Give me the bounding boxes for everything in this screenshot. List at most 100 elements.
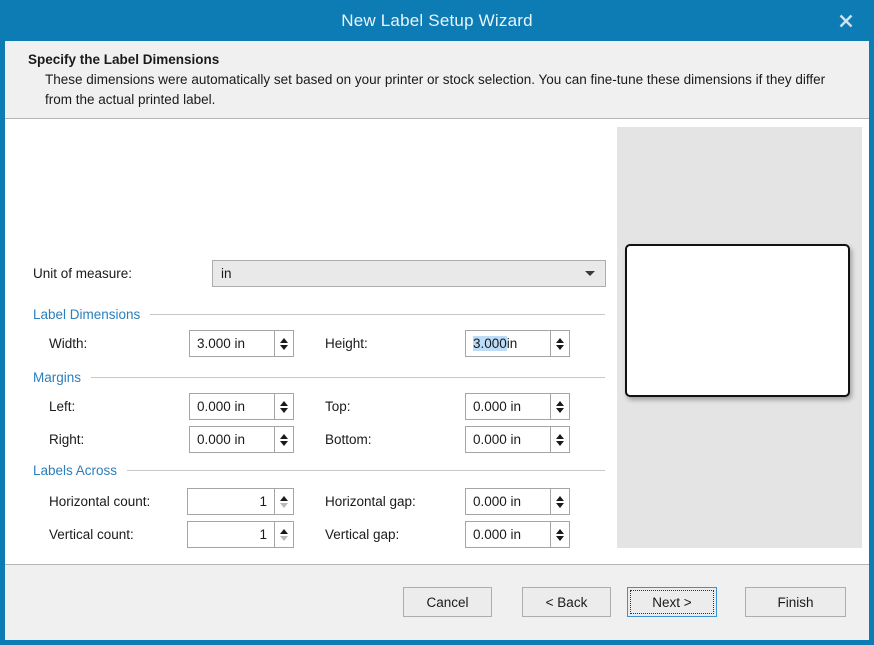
cancel-button[interactable]: Cancel [403, 587, 492, 617]
back-button[interactable]: < Back [522, 587, 611, 617]
vertical-gap-stepper[interactable]: 0.000 in [465, 521, 570, 548]
left-margin-input[interactable]: 0.000 in [189, 393, 274, 420]
section-labels-across: Labels Across [33, 463, 605, 478]
vertical-gap-label-wrap: Vertical gap: [325, 527, 399, 542]
vertical-count-stepper[interactable]: 1 [187, 521, 294, 548]
bottom-margin-input[interactable]: 0.000 in [465, 426, 550, 453]
width-spinner-buttons[interactable] [274, 330, 294, 357]
spinner-down-icon [280, 502, 288, 508]
spinner-down-icon[interactable] [280, 344, 288, 350]
close-button[interactable] [823, 0, 869, 41]
left-margin-spinner-buttons[interactable] [274, 393, 294, 420]
unit-of-measure-row: Unit of measure: [33, 266, 132, 281]
dimensions-form: Unit of measure: in Label Dimensions Wid… [5, 119, 615, 591]
spinner-down-icon [280, 535, 288, 541]
horizontal-gap-spinner-buttons[interactable] [550, 488, 570, 515]
horizontal-count-input[interactable]: 1 [187, 488, 274, 515]
top-margin-spinner-buttons[interactable] [550, 393, 570, 420]
section-labels-across-title: Labels Across [33, 463, 118, 478]
horizontal-count-label-wrap: Horizontal count: [49, 494, 150, 509]
close-icon [836, 11, 856, 31]
vertical-count-input[interactable]: 1 [187, 521, 274, 548]
left-margin-stepper[interactable]: 0.000 in [189, 393, 294, 420]
left-margin-label: Left: [49, 399, 76, 414]
top-margin-label: Top: [325, 399, 351, 414]
finish-button[interactable]: Finish [745, 587, 846, 617]
spinner-up-icon[interactable] [556, 528, 564, 534]
vertical-count-spinner-buttons[interactable] [274, 521, 294, 548]
spinner-down-icon[interactable] [556, 407, 564, 413]
horizontal-gap-stepper[interactable]: 0.000 in [465, 488, 570, 515]
label-preview-panel [617, 127, 862, 548]
spinner-down-icon[interactable] [280, 407, 288, 413]
vertical-gap-label: Vertical gap: [325, 527, 400, 542]
width-label-wrap: Width: [49, 336, 87, 351]
height-input[interactable]: 3.000 in [465, 330, 550, 357]
window-title: New Label Setup Wizard [341, 10, 533, 30]
height-input-selected-text: 3.000 [473, 336, 507, 351]
label-preview-shape [625, 244, 850, 397]
spinner-down-icon[interactable] [556, 535, 564, 541]
right-margin-stepper[interactable]: 0.000 in [189, 426, 294, 453]
right-margin-label: Right: [49, 432, 85, 447]
top-margin-label-wrap: Top: [325, 399, 351, 414]
right-margin-input[interactable]: 0.000 in [189, 426, 274, 453]
bottom-margin-spinner-buttons[interactable] [550, 426, 570, 453]
spinner-up-icon[interactable] [556, 495, 564, 501]
spinner-up-icon[interactable] [280, 400, 288, 406]
height-label-wrap: Height: [325, 336, 368, 351]
section-label-dimensions-title: Label Dimensions [33, 307, 141, 322]
section-margins: Margins [33, 370, 605, 385]
left-margin-label-wrap: Left: [49, 399, 75, 414]
next-button-label: Next > [652, 594, 692, 610]
vertical-gap-spinner-buttons[interactable] [550, 521, 570, 548]
spinner-up-icon[interactable] [280, 433, 288, 439]
page-title: Specify the Label Dimensions [28, 52, 220, 67]
spinner-up-icon[interactable] [280, 495, 288, 501]
spinner-up-icon[interactable] [280, 337, 288, 343]
bottom-margin-label-wrap: Bottom: [325, 432, 372, 447]
width-label: Width: [49, 336, 88, 351]
page-description: These dimensions were automatically set … [45, 72, 826, 107]
spinner-down-icon[interactable] [556, 440, 564, 446]
height-stepper[interactable]: 3.000 in [465, 330, 570, 357]
bottom-margin-label: Bottom: [325, 432, 372, 447]
height-input-unit-text: in [506, 336, 518, 351]
spinner-up-icon[interactable] [556, 400, 564, 406]
spinner-down-icon[interactable] [280, 440, 288, 446]
spinner-down-icon[interactable] [556, 502, 564, 508]
chevron-down-icon [585, 271, 595, 276]
section-margins-title: Margins [33, 370, 82, 385]
horizontal-count-stepper[interactable]: 1 [187, 488, 294, 515]
right-margin-spinner-buttons[interactable] [274, 426, 294, 453]
height-label: Height: [325, 336, 368, 351]
section-divider [127, 470, 605, 471]
horizontal-gap-label: Horizontal gap: [325, 494, 416, 509]
spinner-up-icon[interactable] [556, 433, 564, 439]
wizard-header: Specify the Label Dimensions These dimen… [5, 41, 869, 119]
vertical-count-label-wrap: Vertical count: [49, 527, 134, 542]
horizontal-count-label: Horizontal count: [49, 494, 151, 509]
title-bar: New Label Setup Wizard [5, 0, 869, 41]
horizontal-count-spinner-buttons[interactable] [274, 488, 294, 515]
spinner-up-icon[interactable] [556, 337, 564, 343]
bottom-margin-stepper[interactable]: 0.000 in [465, 426, 570, 453]
unit-of-measure-select[interactable]: in [212, 260, 606, 287]
height-spinner-buttons[interactable] [550, 330, 570, 357]
unit-of-measure-label: Unit of measure: [33, 266, 133, 281]
right-margin-label-wrap: Right: [49, 432, 84, 447]
vertical-gap-input[interactable]: 0.000 in [465, 521, 550, 548]
next-button[interactable]: Next > [627, 587, 717, 617]
width-stepper[interactable]: 3.000 in [189, 330, 294, 357]
spinner-up-icon[interactable] [280, 528, 288, 534]
wizard-footer: Cancel < Back Next > Finish [5, 564, 869, 640]
new-label-setup-wizard-dialog: New Label Setup Wizard Specify the Label… [0, 0, 874, 645]
spinner-down-icon[interactable] [556, 344, 564, 350]
top-margin-stepper[interactable]: 0.000 in [465, 393, 570, 420]
horizontal-gap-input[interactable]: 0.000 in [465, 488, 550, 515]
width-input[interactable]: 3.000 in [189, 330, 274, 357]
top-margin-input[interactable]: 0.000 in [465, 393, 550, 420]
unit-of-measure-value: in [221, 266, 232, 281]
section-divider [91, 377, 605, 378]
wizard-body: Unit of measure: in Label Dimensions Wid… [5, 119, 869, 591]
